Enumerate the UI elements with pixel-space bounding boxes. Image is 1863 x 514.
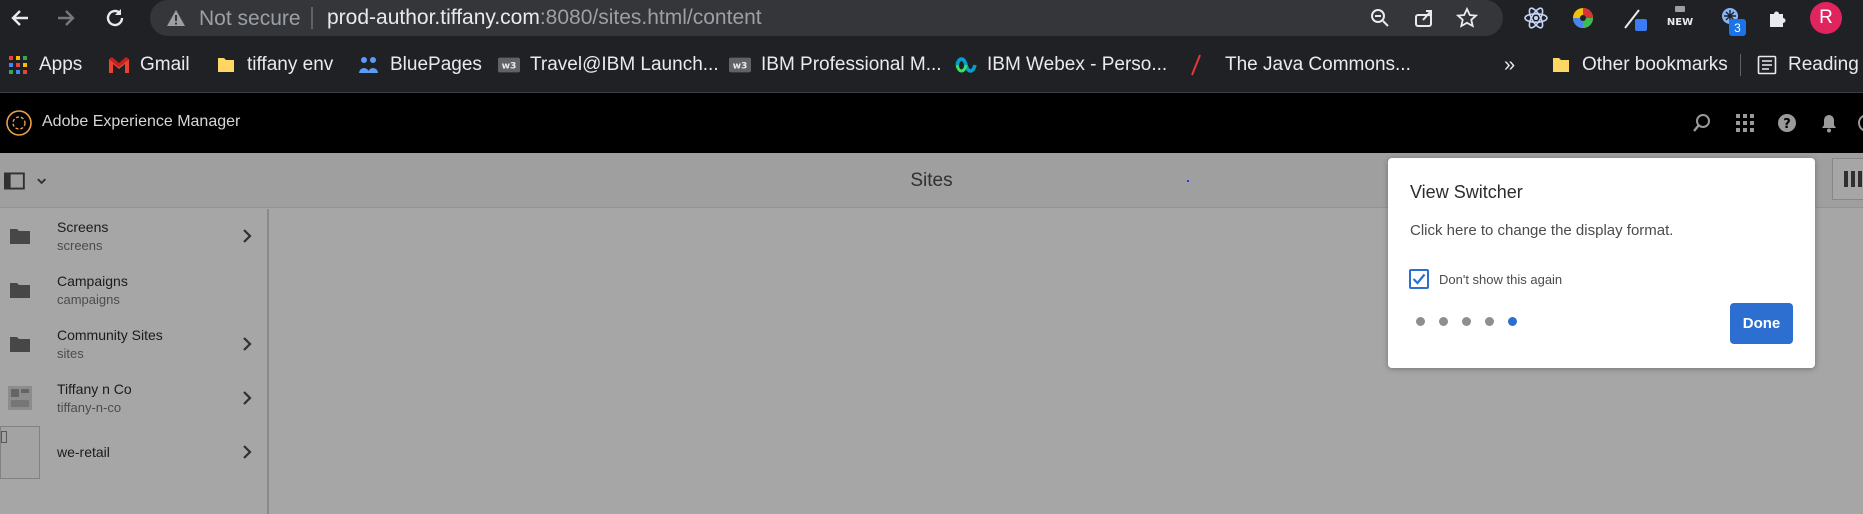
step-dot-active — [1508, 317, 1517, 326]
step-dot — [1485, 317, 1494, 326]
bookmark-label: IBM Professional M... — [761, 54, 942, 75]
coachmark-pointer-dot — [1187, 180, 1189, 182]
browser-toolbar: Not secure prod-author.tiffany.com:8080/… — [0, 0, 1863, 36]
url-path: :8080/sites.html/content — [539, 6, 762, 29]
eyedropper-extension-icon[interactable] — [1620, 3, 1650, 33]
url-text[interactable]: prod-author.tiffany.com:8080/sites.html/… — [327, 6, 762, 30]
warning-triangle-icon[interactable] — [166, 8, 186, 28]
reading-list-button[interactable]: Reading — [1756, 46, 1859, 84]
address-bar[interactable]: Not secure prod-author.tiffany.com:8080/… — [150, 0, 1503, 36]
bookmark-bluepages[interactable]: BluePages — [358, 46, 482, 84]
bookmarks-separator — [1740, 54, 1741, 76]
react-devtools-icon[interactable] — [1521, 3, 1551, 33]
aem-global-header: Adobe Experience Manager ? — [0, 93, 1863, 153]
folder-icon — [215, 54, 237, 76]
apps-grid-icon — [7, 54, 29, 76]
search-icon[interactable] — [1690, 111, 1714, 135]
bookmark-label: Apps — [39, 54, 83, 75]
bookmark-label: Reading — [1788, 54, 1859, 75]
dont-show-again-label[interactable]: Don't show this again — [1439, 272, 1562, 287]
step-indicator — [1416, 317, 1517, 327]
user-icon[interactable] — [1855, 111, 1863, 135]
omnibox-divider — [311, 7, 313, 29]
bookmark-star-icon[interactable] — [1454, 5, 1480, 31]
new-badge-text: NEW — [1667, 17, 1693, 28]
w3-icon: w3 — [729, 54, 751, 76]
bookmark-ibm-webex[interactable]: IBM Webex - Perso... — [955, 46, 1167, 84]
step-dot — [1439, 317, 1448, 326]
extension-count-badge: 3 — [1729, 19, 1746, 36]
bookmark-label: Other bookmarks — [1582, 54, 1728, 75]
forward-arrow-icon — [58, 10, 75, 26]
url-host: prod-author.tiffany.com — [327, 6, 540, 29]
folder-icon — [1550, 54, 1572, 76]
back-button[interactable] — [5, 3, 35, 33]
reload-button[interactable] — [100, 3, 130, 33]
zoom-icon[interactable] — [1367, 5, 1393, 31]
bookmark-label: IBM Webex - Perso... — [987, 54, 1168, 75]
bookmark-travel-ibm[interactable]: w3 Travel@IBM Launch... — [498, 46, 719, 84]
svg-text:w3: w3 — [733, 61, 748, 72]
bookmark-tiffany-env[interactable]: tiffany env — [215, 46, 333, 84]
new-extension-icon[interactable]: NEW — [1665, 3, 1695, 33]
notifications-bell-icon[interactable] — [1817, 111, 1841, 135]
bookmarks-bar: Apps Gmail tiffany env BluePages w3 Trav… — [0, 46, 1863, 84]
bookmark-java-commons[interactable]: The Java Commons... — [1185, 46, 1411, 84]
webex-icon — [955, 54, 977, 76]
bookmark-apps[interactable]: Apps — [7, 46, 82, 84]
bookmark-label: Gmail — [140, 54, 190, 75]
bookmark-label: BluePages — [390, 54, 482, 75]
done-button[interactable]: Done — [1730, 303, 1793, 344]
svg-text:w3: w3 — [502, 61, 517, 72]
share-icon[interactable] — [1411, 5, 1437, 31]
step-dot — [1416, 317, 1425, 326]
coachmark-title: View Switcher — [1410, 182, 1523, 202]
help-icon[interactable]: ? — [1775, 111, 1799, 135]
extensions-puzzle-icon[interactable] — [1763, 3, 1793, 33]
coachmark-text: Click here to change the display format. — [1410, 222, 1674, 239]
view-switcher-coachmark: View Switcher Click here to change the d… — [1388, 158, 1815, 368]
other-bookmarks-folder[interactable]: Other bookmarks — [1550, 46, 1728, 84]
svg-text:?: ? — [1783, 117, 1791, 132]
aem-logo-icon[interactable] — [5, 109, 33, 137]
checkmark-icon — [1412, 273, 1426, 285]
forward-button[interactable] — [51, 3, 81, 33]
product-title[interactable]: Adobe Experience Manager — [42, 113, 240, 131]
profile-avatar[interactable]: R — [1810, 2, 1842, 34]
gmail-icon — [108, 54, 130, 76]
dont-show-again-checkbox[interactable] — [1409, 269, 1429, 289]
w3-icon: w3 — [498, 54, 520, 76]
reload-icon — [106, 9, 124, 27]
bookmark-ibm-professional[interactable]: w3 IBM Professional M... — [729, 46, 942, 84]
color-picker-extension-icon[interactable] — [1568, 3, 1598, 33]
step-dot — [1462, 317, 1471, 326]
back-arrow-icon — [11, 10, 28, 26]
bookmark-label: tiffany env — [247, 54, 334, 75]
solutions-grid-icon[interactable] — [1733, 111, 1757, 135]
bookmark-label: The Java Commons... — [1225, 54, 1411, 75]
bookmark-label: Travel@IBM Launch... — [530, 54, 719, 75]
bookmarks-overflow-button[interactable]: » — [1504, 46, 1515, 84]
not-secure-label[interactable]: Not secure — [199, 7, 301, 31]
bluepages-icon — [358, 54, 380, 76]
reading-list-icon — [1756, 54, 1778, 76]
slash-icon — [1185, 54, 1207, 76]
bookmark-gmail[interactable]: Gmail — [108, 46, 190, 84]
